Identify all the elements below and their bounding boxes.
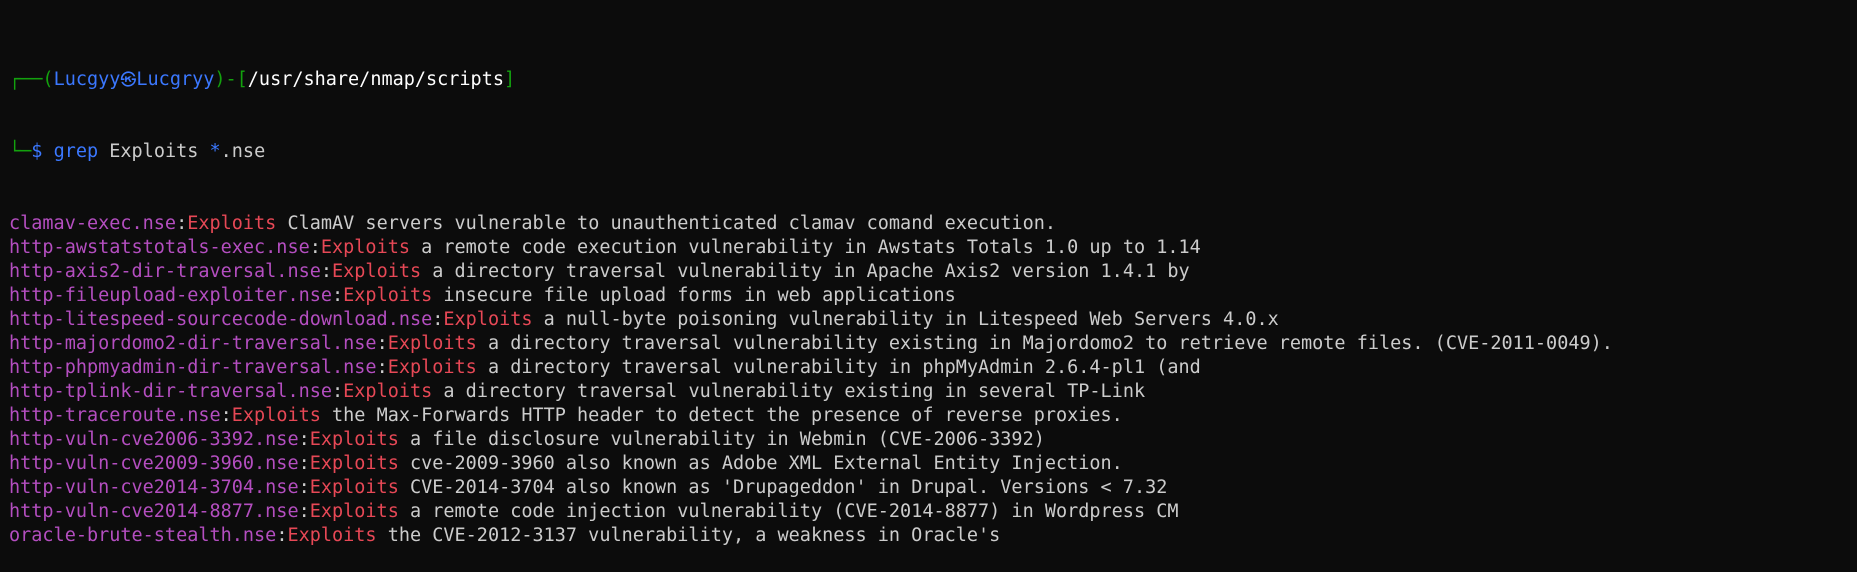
output-text: a directory traversal vulnerability exis… bbox=[432, 381, 1146, 402]
output-match: Exploits bbox=[309, 429, 399, 450]
output-filename: http-traceroute.nse bbox=[9, 405, 221, 426]
output-match: Exploits bbox=[231, 405, 321, 426]
output-line: http-vuln-cve2006-3392.nse:Exploits a fi… bbox=[9, 428, 1857, 452]
command-glob-star: * bbox=[209, 141, 221, 162]
output-filename: http-tplink-dir-traversal.nse bbox=[9, 381, 333, 402]
output-colon: : bbox=[376, 333, 388, 354]
output-filename: http-majordomo2-dir-traversal.nse bbox=[9, 333, 377, 354]
output-match: Exploits bbox=[443, 309, 533, 330]
output-match: Exploits bbox=[187, 213, 277, 234]
prompt-separator: )-[ bbox=[214, 69, 248, 90]
output-text: insecure file upload forms in web applic… bbox=[432, 285, 956, 306]
command-name: grep bbox=[53, 141, 99, 162]
output-line: http-awstatstotals-exec.nse:Exploits a r… bbox=[9, 236, 1857, 260]
prompt-host: Lucgryy bbox=[136, 69, 215, 90]
output-match: Exploits bbox=[343, 285, 433, 306]
prompt-dollar: $ bbox=[31, 141, 54, 162]
output-text: a file disclosure vulnerability in Webmi… bbox=[398, 429, 1045, 450]
prompt-user: Lucgyy bbox=[53, 69, 121, 90]
output-text: a directory traversal vulnerability in A… bbox=[421, 261, 1190, 282]
output-text: a remote code injection vulnerability (C… bbox=[398, 501, 1179, 522]
output-text: a directory traversal vulnerability in p… bbox=[476, 357, 1201, 378]
output-colon: : bbox=[276, 525, 288, 546]
command-line[interactable]: └─$ grep Exploits *.nse bbox=[9, 140, 1857, 164]
output-match: Exploits bbox=[309, 477, 399, 498]
output-filename: http-vuln-cve2006-3392.nse bbox=[9, 429, 299, 450]
output-line: http-majordomo2-dir-traversal.nse:Exploi… bbox=[9, 332, 1857, 356]
output-filename: http-litespeed-sourcecode-download.nse bbox=[9, 309, 433, 330]
output-filename: http-phpmyadmin-dir-traversal.nse bbox=[9, 357, 377, 378]
output-filename: http-vuln-cve2014-3704.nse bbox=[9, 477, 299, 498]
output-line: http-litespeed-sourcecode-download.nse:E… bbox=[9, 308, 1857, 332]
output-line: http-phpmyadmin-dir-traversal.nse:Exploi… bbox=[9, 356, 1857, 380]
output-line: http-axis2-dir-traversal.nse:Exploits a … bbox=[9, 260, 1857, 284]
output-colon: : bbox=[298, 453, 310, 474]
output-line: oracle-brute-stealth.nse:Exploits the CV… bbox=[9, 524, 1857, 548]
output-filename: http-axis2-dir-traversal.nse bbox=[9, 261, 321, 282]
output-text: a null-byte poisoning vulnerability in L… bbox=[532, 309, 1279, 330]
prompt-cwd: /usr/share/nmap/scripts bbox=[247, 69, 504, 90]
output-text: cve-2009-3960 also known as Adobe XML Ex… bbox=[398, 453, 1123, 474]
prompt-corner-top: ┌──( bbox=[9, 69, 54, 90]
output-line: http-vuln-cve2014-8877.nse:Exploits a re… bbox=[9, 500, 1857, 524]
output-line: http-fileupload-exploiter.nse:Exploits i… bbox=[9, 284, 1857, 308]
terminal-window[interactable]: ┌──(Lucgyy㉿Lucgryy)-[/usr/share/nmap/scr… bbox=[0, 0, 1857, 572]
output-line: http-vuln-cve2014-3704.nse:Exploits CVE-… bbox=[9, 476, 1857, 500]
output-colon: : bbox=[332, 285, 344, 306]
output-line: http-vuln-cve2009-3960.nse:Exploits cve-… bbox=[9, 452, 1857, 476]
output-filename: oracle-brute-stealth.nse bbox=[9, 525, 277, 546]
output-colon: : bbox=[220, 405, 232, 426]
output-line: http-tplink-dir-traversal.nse:Exploits a… bbox=[9, 380, 1857, 404]
output-filename: http-awstatstotals-exec.nse bbox=[9, 237, 310, 258]
prompt-corner-bottom: └─ bbox=[9, 141, 32, 162]
output-colon: : bbox=[320, 261, 333, 282]
output-text: ClamAV servers vulnerable to unauthentic… bbox=[276, 213, 1056, 234]
prompt-bracket-end: ] bbox=[503, 69, 516, 90]
output-text: the Max-Forwards HTTP header to detect t… bbox=[320, 405, 1123, 426]
output-colon: : bbox=[298, 429, 310, 450]
output-match: Exploits bbox=[387, 357, 477, 378]
output-text: a remote code execution vulnerability in… bbox=[409, 237, 1201, 258]
output-line: clamav-exec.nse:Exploits ClamAV servers … bbox=[9, 212, 1857, 236]
output-colon: : bbox=[298, 477, 310, 498]
output-text: CVE-2014-3704 also known as 'Drupageddon… bbox=[398, 477, 1168, 498]
output-colon: : bbox=[432, 309, 444, 330]
output-filename: http-vuln-cve2009-3960.nse bbox=[9, 453, 299, 474]
output-colon: : bbox=[376, 357, 388, 378]
command-args: Exploits bbox=[98, 141, 210, 162]
output-colon: : bbox=[176, 213, 188, 234]
output-text: the CVE-2012-3137 vulnerability, a weakn… bbox=[376, 525, 1001, 546]
output-colon: : bbox=[332, 381, 344, 402]
prompt-line: ┌──(Lucgyy㉿Lucgryy)-[/usr/share/nmap/scr… bbox=[9, 68, 1857, 92]
output-match: Exploits bbox=[332, 261, 422, 282]
grep-output: clamav-exec.nse:Exploits ClamAV servers … bbox=[9, 212, 1857, 548]
output-filename: http-vuln-cve2014-8877.nse bbox=[9, 501, 299, 522]
output-match: Exploits bbox=[287, 525, 377, 546]
output-match: Exploits bbox=[309, 501, 399, 522]
output-line: http-traceroute.nse:Exploits the Max-For… bbox=[9, 404, 1857, 428]
output-match: Exploits bbox=[387, 333, 477, 354]
output-text: a directory traversal vulnerability exis… bbox=[476, 333, 1613, 354]
output-match: Exploits bbox=[309, 453, 399, 474]
output-match: Exploits bbox=[343, 381, 433, 402]
command-glob-ext: .nse bbox=[220, 141, 266, 162]
output-match: Exploits bbox=[320, 237, 410, 258]
output-colon: : bbox=[298, 501, 310, 522]
output-filename: clamav-exec.nse bbox=[9, 213, 177, 234]
at-icon: ㉿ bbox=[120, 70, 137, 89]
output-colon: : bbox=[309, 237, 321, 258]
output-filename: http-fileupload-exploiter.nse bbox=[9, 285, 333, 306]
